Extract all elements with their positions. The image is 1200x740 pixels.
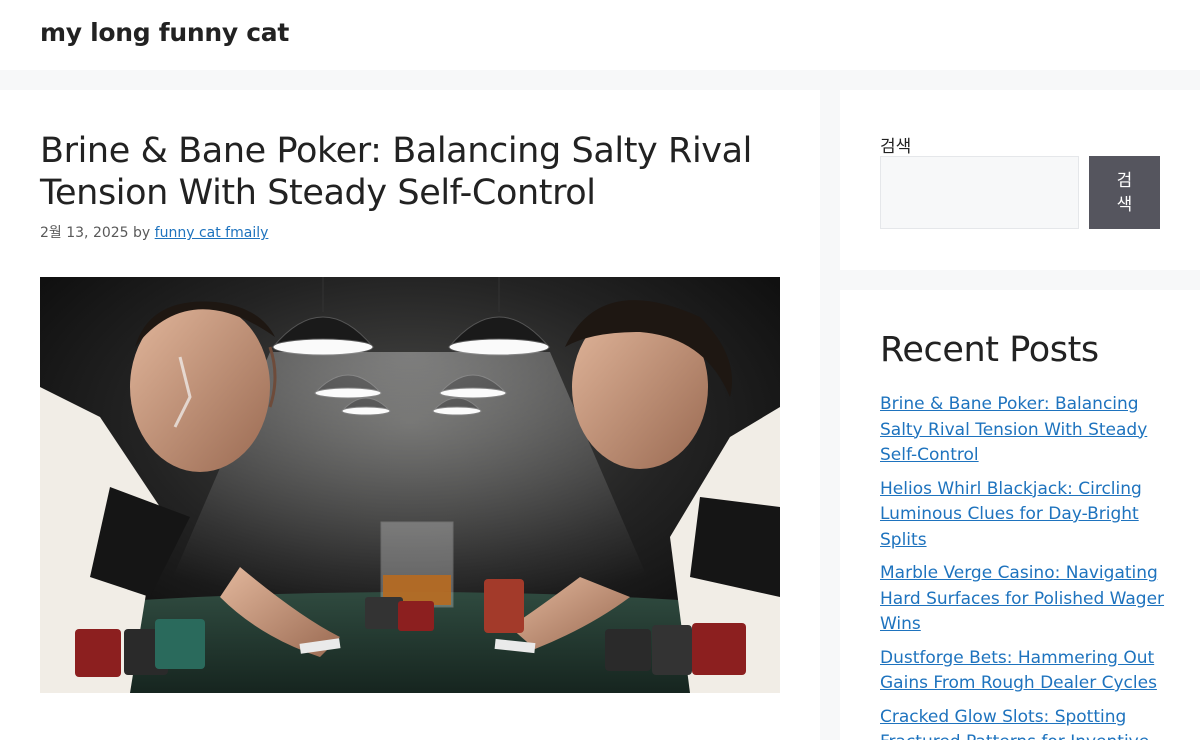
list-item: Brine & Bane Poker: Balancing Salty Riva… xyxy=(880,392,1165,469)
post-body-preview xyxy=(40,730,780,740)
search-label: 검색 xyxy=(880,137,912,157)
list-item: Helios Whirl Blackjack: Circling Luminou… xyxy=(880,477,1165,554)
recent-post-link[interactable]: Dustforge Bets: Hammering Out Gains From… xyxy=(880,648,1157,694)
list-item: Dustforge Bets: Hammering Out Gains From… xyxy=(880,646,1165,697)
post-article: Brine & Bane Poker: Balancing Salty Riva… xyxy=(0,90,820,740)
site-header: my long funny cat xyxy=(0,0,1200,70)
search-widget: 검색 검색 xyxy=(840,90,1200,270)
post-date: 2월 13, 2025 xyxy=(40,225,129,241)
list-item: Marble Verge Casino: Navigating Hard Sur… xyxy=(880,561,1165,638)
whiskey-glass xyxy=(380,521,454,608)
post-author-link[interactable]: funny cat fmaily xyxy=(155,225,269,241)
recent-post-link[interactable]: Marble Verge Casino: Navigating Hard Sur… xyxy=(880,563,1164,634)
post-by-label: by xyxy=(133,225,151,241)
recent-post-link[interactable]: Helios Whirl Blackjack: Circling Luminou… xyxy=(880,479,1142,550)
recent-posts-title: Recent Posts xyxy=(880,330,1099,370)
post-title: Brine & Bane Poker: Balancing Salty Riva… xyxy=(40,131,752,213)
featured-image xyxy=(40,277,780,693)
recent-posts-list: Brine & Bane Poker: Balancing Salty Riva… xyxy=(880,392,1165,740)
search-button[interactable]: 검색 xyxy=(1089,156,1160,229)
list-item: Cracked Glow Slots: Spotting Fractured P… xyxy=(880,705,1165,740)
recent-post-link[interactable]: Cracked Glow Slots: Spotting Fractured P… xyxy=(880,707,1149,740)
post-meta: 2월 13, 2025 by funny cat fmaily xyxy=(40,222,268,242)
site-title-link[interactable]: my long funny cat xyxy=(40,18,289,47)
search-input[interactable] xyxy=(880,156,1079,229)
recent-post-link[interactable]: Brine & Bane Poker: Balancing Salty Riva… xyxy=(880,394,1147,465)
recent-posts-widget: Recent Posts Brine & Bane Poker: Balanci… xyxy=(840,290,1200,740)
